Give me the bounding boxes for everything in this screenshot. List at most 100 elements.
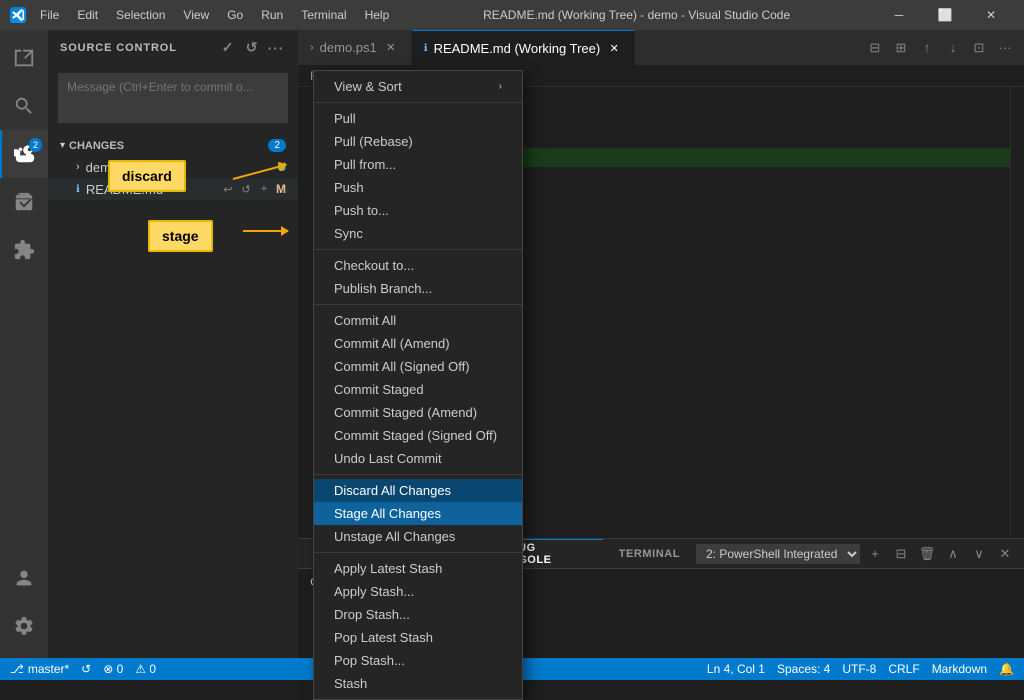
split-terminal-button[interactable]: ⊟ [890, 543, 912, 565]
help-menu[interactable]: Help [357, 6, 398, 24]
activity-search[interactable] [0, 82, 48, 130]
breadcrumb-nav[interactable]: ↑ [916, 37, 938, 59]
menu-commit-all-signed[interactable]: Commit All (Signed Off) [314, 355, 522, 378]
new-terminal-button[interactable]: + [864, 543, 886, 565]
selection-menu[interactable]: Selection [108, 6, 173, 24]
split-editor-button[interactable]: ⊟ [864, 37, 886, 59]
errors-status[interactable]: ⊗ 0 [103, 662, 123, 676]
menu-apply-latest-stash[interactable]: Apply Latest Stash [314, 557, 522, 580]
discard-tooltip: discard [108, 160, 186, 192]
discard-readme-button[interactable]: ↺ [238, 181, 254, 197]
menu-divider-2 [314, 249, 522, 250]
activity-settings[interactable] [0, 602, 48, 650]
scroll-up-button[interactable]: ↓ [942, 37, 964, 59]
spaces-status[interactable]: Spaces: 4 [777, 662, 830, 676]
vscode-logo [10, 7, 26, 23]
activity-source-control[interactable]: 2 [0, 130, 48, 178]
split-down-button[interactable]: ⊞ [890, 37, 912, 59]
menu-pop-stash[interactable]: Pop Stash... [314, 649, 522, 672]
encoding-status[interactable]: UTF-8 [842, 662, 876, 676]
view-menu[interactable]: View [175, 6, 217, 24]
panel-terminal-select[interactable]: 2: PowerShell Integrated [696, 544, 860, 564]
menu-unstage-all[interactable]: Unstage All Changes [314, 525, 522, 548]
menu-checkout-to[interactable]: Checkout to... [314, 254, 522, 277]
menu-bar[interactable]: File Edit Selection View Go Run Terminal… [32, 6, 397, 24]
commit-message-input[interactable] [58, 73, 288, 123]
warnings-text: ⚠ 0 [135, 662, 156, 676]
activity-run[interactable] [0, 178, 48, 226]
terminal-menu[interactable]: Terminal [293, 6, 354, 24]
go-menu[interactable]: Go [219, 6, 251, 24]
run-menu[interactable]: Run [253, 6, 291, 24]
panel-tab-terminal[interactable]: TERMINAL [603, 539, 696, 568]
open-readme-button[interactable]: ↩ [220, 181, 236, 197]
menu-pull-rebase[interactable]: Pull (Rebase) [314, 130, 522, 153]
minimize-panel-button[interactable]: ∨ [968, 543, 990, 565]
context-menu: View & Sort › Pull Pull (Rebase) Pull fr… [313, 70, 523, 700]
menu-view-sort[interactable]: View & Sort › [314, 75, 522, 98]
menu-push-to[interactable]: Push to... [314, 199, 522, 222]
menu-commit-staged-signed[interactable]: Commit Staged (Signed Off) [314, 424, 522, 447]
menu-commit-staged[interactable]: Commit Staged [314, 378, 522, 401]
more-actions-button[interactable]: ··· [266, 38, 286, 58]
menu-publish-branch[interactable]: Publish Branch... [314, 277, 522, 300]
open-file-button[interactable]: ↩ [221, 159, 237, 175]
file-menu[interactable]: File [32, 6, 67, 24]
line-ending-status[interactable]: CRLF [888, 662, 919, 676]
commit-check-button[interactable]: ✓ [218, 38, 238, 58]
changes-section-header[interactable]: ▾ Changes 2 [48, 135, 298, 156]
menu-drop-stash[interactable]: Drop Stash... [314, 603, 522, 626]
menu-sync[interactable]: Sync [314, 222, 522, 245]
position-status[interactable]: Ln 4, Col 1 [707, 662, 765, 676]
menu-commit-all-amend[interactable]: Commit All (Amend) [314, 332, 522, 355]
tab-actions[interactable]: ⊟ ⊞ ↑ ↓ ⊡ ··· [864, 30, 1024, 65]
activity-extensions[interactable] [0, 226, 48, 274]
sidebar: SOURCE CONTROL ✓ ↺ ··· ▾ Changes 2 › dem… [48, 30, 298, 658]
language-status[interactable]: Markdown [932, 662, 987, 676]
more-actions-editor[interactable]: ⊡ [968, 37, 990, 59]
menu-pull[interactable]: Pull [314, 107, 522, 130]
activity-explorer[interactable] [0, 34, 48, 82]
tab-readme[interactable]: ℹ README.md (Working Tree) ✕ [412, 30, 635, 65]
tab-label-readme: README.md (Working Tree) [434, 41, 601, 56]
main-layout: 2 SOURCE CONTROL ✓ ↺ ··· ▾ [0, 30, 1024, 658]
window-controls[interactable]: ─ ⬜ ✕ [876, 0, 1014, 30]
notifications-button[interactable]: 🔔 [999, 662, 1014, 676]
activity-account[interactable] [0, 554, 48, 602]
edit-menu[interactable]: Edit [69, 6, 106, 24]
stage-readme-button[interactable]: + [256, 181, 272, 197]
sync-status[interactable]: ↺ [81, 662, 91, 676]
panel-actions[interactable]: 2: PowerShell Integrated + ⊟ 🗑 ∧ ∨ ✕ [696, 543, 1024, 565]
tab-close-readme[interactable]: ✕ [606, 40, 622, 56]
menu-stage-all[interactable]: Stage All Changes [314, 502, 522, 525]
header-actions[interactable]: ✓ ↺ ··· [218, 38, 286, 58]
menu-pop-latest-stash[interactable]: Pop Latest Stash [314, 626, 522, 649]
maximize-panel-button[interactable]: ∧ [942, 543, 964, 565]
warnings-status[interactable]: ⚠ 0 [135, 662, 156, 676]
menu-pull-from[interactable]: Pull from... [314, 153, 522, 176]
menu-commit-staged-amend[interactable]: Commit Staged (Amend) [314, 401, 522, 424]
menu-undo-last-commit[interactable]: Undo Last Commit [314, 447, 522, 470]
tab-close-demops1[interactable]: ✕ [383, 40, 399, 56]
file-actions-readme[interactable]: ↩ ↺ + [220, 181, 272, 197]
toggle-layout-button[interactable]: ··· [994, 37, 1016, 59]
editor-scrollbar[interactable] [1010, 87, 1024, 538]
menu-divider-1 [314, 102, 522, 103]
refresh-button[interactable]: ↺ [242, 38, 262, 58]
menu-discard-all[interactable]: Discard All Changes [314, 479, 522, 502]
menu-stash[interactable]: Stash [314, 672, 522, 695]
close-panel-button[interactable]: ✕ [994, 543, 1016, 565]
tab-demops1[interactable]: › demo.ps1 ✕ [298, 30, 412, 65]
status-right: Ln 4, Col 1 Spaces: 4 UTF-8 CRLF Markdow… [707, 662, 1014, 676]
minimize-button[interactable]: ─ [876, 0, 922, 30]
menu-commit-all[interactable]: Commit All [314, 309, 522, 332]
tab-label-demops1: demo.ps1 [320, 40, 377, 55]
kill-terminal-button[interactable]: 🗑 [916, 543, 938, 565]
line-ending-text: CRLF [888, 662, 919, 676]
close-button[interactable]: ✕ [968, 0, 1014, 30]
branch-name: master* [28, 662, 69, 676]
menu-apply-stash[interactable]: Apply Stash... [314, 580, 522, 603]
branch-status[interactable]: ⎇ master* [10, 662, 69, 676]
maximize-button[interactable]: ⬜ [922, 0, 968, 30]
menu-push[interactable]: Push [314, 176, 522, 199]
